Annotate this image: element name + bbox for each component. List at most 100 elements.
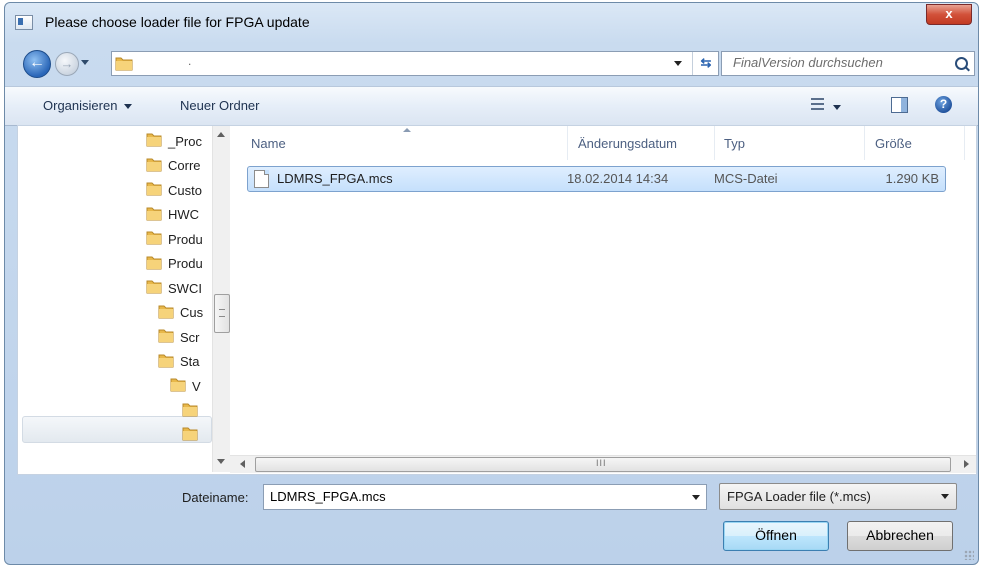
column-header-size[interactable]: Größe (875, 126, 912, 160)
content-area: _Proc Corre Custo HWC Produ Produ SWCI Cus Scr St… (17, 125, 977, 475)
horizontal-scroll-thumb[interactable]: III (255, 457, 951, 472)
scroll-left-icon[interactable] (240, 460, 245, 468)
tree-item[interactable]: _Proc (146, 132, 202, 154)
navigation-bar: ← → . ⇆ FinalVersion durchsuchen (5, 45, 978, 79)
new-folder-button[interactable]: Neuer Ordner (180, 98, 259, 113)
tree-item-label: Scr (180, 329, 200, 345)
file-row[interactable]: LDMRS_FPGA.mcs 18.02.2014 14:34 MCS-Date… (247, 166, 946, 192)
chevron-down-icon (124, 104, 133, 110)
open-button[interactable]: Öffnen (723, 521, 829, 551)
tree-item[interactable]: Corre (146, 157, 201, 179)
window-title: Please choose loader file for FPGA updat… (45, 14, 310, 30)
file-list: Name Änderungsdatum Typ Größe LDMRS_FPGA… (230, 126, 976, 472)
column-divider[interactable] (864, 126, 865, 160)
tree-item-label: Produ (168, 231, 203, 247)
file-name: LDMRS_FPGA.mcs (277, 171, 393, 186)
folder-icon (146, 230, 162, 248)
folder-icon (158, 304, 174, 322)
folder-icon (170, 377, 186, 395)
tree-item[interactable] (182, 426, 204, 448)
filename-combobox[interactable] (263, 484, 707, 510)
cancel-button[interactable]: Abbrechen (847, 521, 953, 551)
folder-icon (146, 206, 162, 224)
tree-item[interactable]: Produ (146, 230, 203, 252)
column-header-date[interactable]: Änderungsdatum (578, 126, 677, 160)
column-divider[interactable] (964, 126, 965, 160)
file-dialog-window: Please choose loader file for FPGA updat… (4, 2, 979, 565)
address-dropdown-icon[interactable] (674, 61, 682, 66)
filename-input[interactable] (264, 485, 690, 507)
tree-item-label: _Proc (168, 133, 202, 149)
tree-item[interactable]: V (170, 377, 201, 399)
scroll-grip: III (596, 458, 607, 468)
title-bar: Please choose loader file for FPGA updat… (5, 3, 978, 45)
filetype-dropdown-icon (941, 494, 949, 499)
folder-icon (158, 328, 174, 346)
filetype-select[interactable]: FPGA Loader file (*.mcs) (719, 483, 957, 510)
scroll-down-icon[interactable] (217, 459, 225, 464)
tree-item[interactable]: Custo (146, 181, 202, 203)
filename-label: Dateiname: (182, 490, 249, 505)
scroll-thumb[interactable] (214, 294, 230, 333)
forward-button[interactable]: → (55, 52, 79, 76)
resize-grip[interactable] (964, 550, 974, 560)
folder-icon (115, 57, 133, 71)
folder-icon (146, 132, 162, 150)
view-options-icon[interactable] (811, 98, 824, 110)
address-text: . (188, 54, 192, 68)
column-divider[interactable] (567, 126, 568, 160)
view-options-dropdown-icon[interactable] (833, 105, 841, 110)
file-date: 18.02.2014 14:34 (567, 171, 669, 186)
sort-ascending-icon (403, 128, 411, 132)
address-bar[interactable]: . ⇆ (111, 51, 719, 76)
column-header-type[interactable]: Typ (724, 126, 745, 160)
folder-icon (146, 255, 162, 273)
column-divider[interactable] (714, 126, 715, 160)
tree-item[interactable] (182, 402, 204, 424)
tree-item-label: Cus (180, 305, 204, 320)
refresh-button[interactable]: ⇆ (692, 52, 719, 75)
organize-button[interactable]: Organisieren (43, 98, 133, 113)
horizontal-scrollbar[interactable]: III (230, 455, 976, 473)
tree-item-label: Custo (168, 182, 202, 198)
tree-item-label: Produ (168, 256, 203, 271)
folder-icon (146, 279, 162, 297)
folder-icon (146, 157, 162, 175)
tree-item-label: Sta (180, 354, 200, 369)
column-header-name[interactable]: Name (251, 126, 286, 160)
tree-item-label: HWC (168, 207, 200, 222)
filename-dropdown-icon[interactable] (692, 495, 700, 500)
file-icon (254, 170, 269, 188)
recent-locations-dropdown[interactable] (81, 60, 89, 65)
command-bar: Organisieren Neuer Ordner ? (5, 86, 978, 126)
folder-icon (158, 353, 174, 371)
search-input[interactable]: FinalVersion durchsuchen (733, 55, 883, 70)
folder-icon (182, 426, 198, 444)
preview-pane-icon[interactable] (891, 97, 908, 113)
search-icon[interactable] (955, 57, 968, 70)
tree-item[interactable]: SWCI (146, 279, 202, 301)
tree-item[interactable]: Sta (158, 353, 200, 375)
folder-icon (146, 181, 162, 199)
folder-icon (182, 402, 198, 420)
navigation-scrollbar[interactable] (212, 126, 230, 472)
close-button[interactable]: x (926, 4, 972, 25)
tree-item-label: V (192, 378, 201, 394)
file-size: 1.290 KB (885, 171, 940, 186)
scroll-right-icon[interactable] (964, 460, 969, 468)
tree-item[interactable]: Cus (158, 304, 203, 326)
file-type: MCS-Datei (714, 171, 778, 186)
tree-item[interactable]: Scr (158, 328, 200, 350)
tree-item[interactable]: Produ (146, 255, 203, 277)
dialog-footer: Dateiname: FPGA Loader file (*.mcs) Öffn… (5, 473, 978, 564)
tree-item-label: Corre (168, 158, 201, 173)
scroll-up-icon[interactable] (217, 132, 225, 137)
filetype-value: FPGA Loader file (*.mcs) (727, 489, 871, 504)
search-box[interactable]: FinalVersion durchsuchen (721, 51, 975, 76)
help-icon[interactable]: ? (935, 96, 952, 113)
organize-label: Organisieren (43, 98, 118, 113)
navigation-pane: _Proc Corre Custo HWC Produ Produ SWCI Cus Scr St… (18, 126, 214, 472)
back-button[interactable]: ← (23, 50, 51, 78)
tree-item-label: SWCI (168, 280, 202, 296)
tree-item[interactable]: HWC (146, 206, 199, 228)
